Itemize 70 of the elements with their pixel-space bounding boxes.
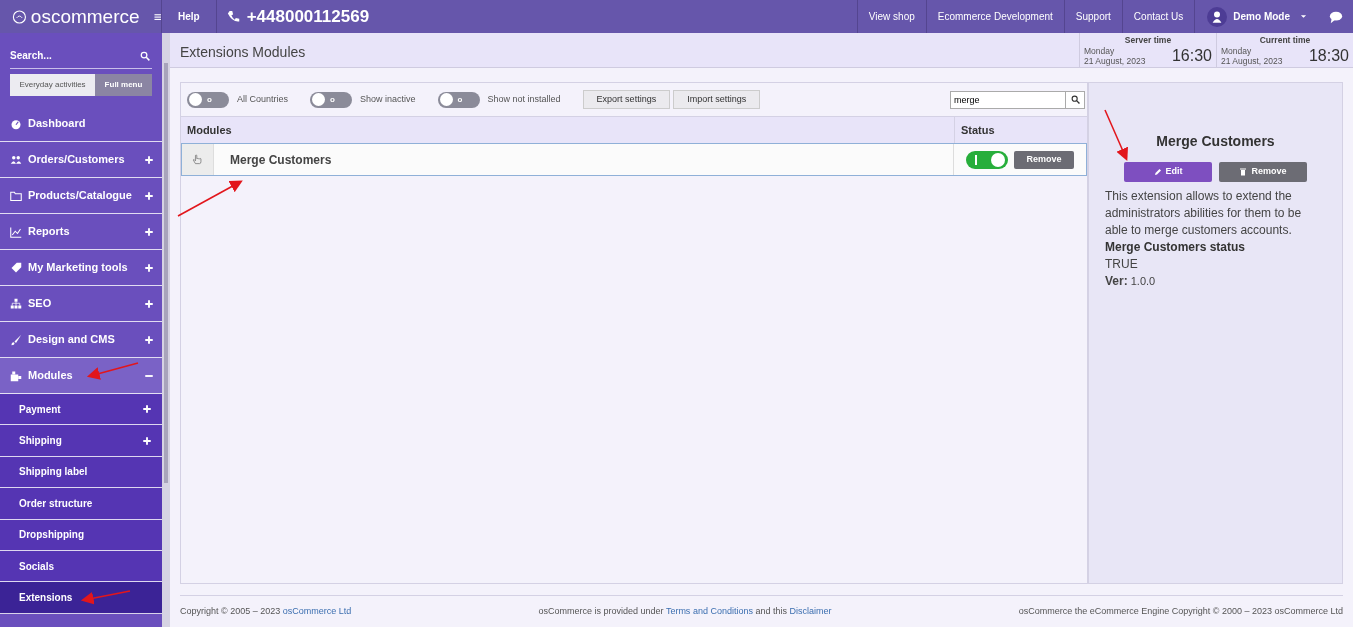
footer-link[interactable]: Disclaimer [789, 605, 832, 616]
search-icon [1070, 95, 1080, 104]
toggle-label: All Countries [237, 92, 289, 106]
detail-title: Merge Customers [1155, 132, 1276, 151]
clock-day: Monday [1221, 46, 1283, 56]
submenu-item[interactable]: Payment [0, 394, 162, 426]
submenu-item[interactable]: Dropshipping [0, 519, 162, 551]
toggle-switch[interactable] [966, 150, 1008, 169]
expand-icon [142, 404, 152, 415]
toggle-label: Show not installed [487, 92, 561, 106]
search-button[interactable] [1066, 90, 1085, 109]
submenu-item[interactable]: Socials [0, 550, 162, 583]
phone-number: +448000112569 [246, 5, 370, 28]
menu-item-icon [10, 369, 22, 382]
remove-button[interactable]: Remove [1014, 150, 1074, 169]
footer-link[interactable]: Terms and Conditions [665, 605, 753, 616]
phone-icon [226, 9, 241, 24]
edit-button[interactable]: Edit [1124, 162, 1212, 182]
status-value: TRUE [1105, 256, 1139, 273]
table-row[interactable]: Merge Customers Remove [181, 143, 1087, 176]
user-name[interactable]: Demo Mode [1233, 9, 1290, 24]
footer-text: osCommerce is provided under Terms and Conditions and this Disclaimer [538, 604, 832, 618]
menu-item-icon [10, 261, 22, 274]
submenu-item[interactable]: Shipping [0, 425, 162, 457]
view-tab[interactable]: Everyday activities [10, 74, 95, 96]
view-tab[interactable]: Full menu [95, 74, 152, 96]
caret-icon [1300, 13, 1307, 20]
sidebar-item[interactable]: Modules [0, 358, 162, 394]
expand-icon [142, 435, 152, 446]
logo-text: oscommerce [30, 7, 140, 26]
menu-item-icon [10, 225, 22, 238]
submenu-item[interactable]: Order structure [0, 488, 162, 520]
pencil-icon [1153, 168, 1162, 176]
footer-text: osCommerce the eCommerce Engine Copyright © 2000 – 2023 osCommerce Ltd [1018, 604, 1343, 618]
search-field[interactable]: Search... [10, 43, 152, 69]
description-text: This extension allows to extend the administrators abilities for them to be able to merge customers accounts. [1105, 188, 1303, 239]
module-name: Merge Customers [229, 151, 333, 169]
toggle-switch[interactable]: o [310, 91, 353, 108]
menu-icon [153, 11, 161, 22]
toggle-switch[interactable]: o [437, 91, 480, 108]
toggle-label: Show inactive [360, 92, 416, 106]
remove-button[interactable]: Remove [1219, 162, 1307, 182]
clock-date: 21 August, 2023 [1221, 56, 1283, 66]
chat-icon [1329, 9, 1343, 24]
footer-link[interactable]: osCommerce Ltd [282, 605, 352, 616]
user-avatar-icon [1207, 6, 1228, 27]
submenu-item[interactable]: Extensions [0, 582, 162, 614]
trash-icon [1239, 168, 1248, 176]
settings-button[interactable]: Export settings [582, 90, 671, 109]
version-text: Ver: 1.0.0 [1105, 273, 1157, 290]
settings-button[interactable]: Import settings [673, 90, 761, 109]
toggle-switch[interactable]: o [187, 91, 229, 108]
page-title: Extensions Modules [179, 43, 307, 62]
menu-item-icon [10, 189, 22, 202]
search-field[interactable]: merge [950, 90, 1066, 109]
clock-label: Current time [1258, 34, 1312, 46]
clock-date: 21 August, 2023 [1084, 56, 1146, 66]
clock-label: Server time [1123, 34, 1173, 46]
menu-item-icon [10, 153, 22, 166]
menu-item-icon [10, 117, 22, 130]
status-label: Merge Customers status [1105, 239, 1247, 256]
clock-day: Monday [1084, 46, 1146, 56]
submenu-item[interactable]: Shipping label [0, 456, 162, 489]
footer-text: Copyright © 2005 – 2023 osCommerce Ltd [180, 604, 352, 618]
menu-item-icon [10, 297, 22, 310]
search-icon [140, 51, 150, 61]
hand-icon [192, 154, 203, 165]
clock-time: 18:30 [1308, 46, 1349, 66]
clock-time: 16:30 [1171, 46, 1212, 66]
column-header: Modules [186, 122, 233, 138]
